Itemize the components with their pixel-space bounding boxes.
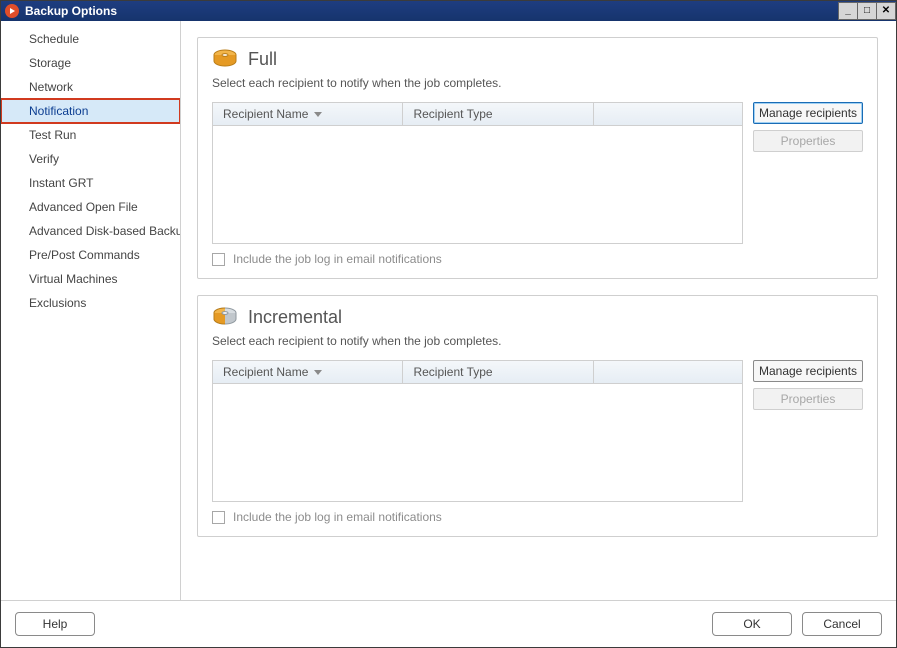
col-label: Recipient Type (413, 365, 492, 379)
sidebar-item-label: Advanced Open File (29, 200, 138, 214)
manage-recipients-button-full[interactable]: Manage recipients (753, 102, 863, 124)
content-area: Full Select each recipient to notify whe… (181, 21, 896, 600)
sidebar-item-label: Network (29, 80, 73, 94)
recipient-table-body-full (213, 126, 742, 243)
recipient-table-full[interactable]: Recipient Name Recipient Type (212, 102, 743, 244)
window-title: Backup Options (25, 4, 117, 18)
properties-button-full: Properties (753, 130, 863, 152)
sort-desc-icon (314, 112, 322, 117)
properties-button-inc: Properties (753, 388, 863, 410)
panel-full-title: Full (248, 49, 277, 70)
sidebar-item-notification[interactable]: Notification (1, 99, 180, 123)
sidebar-item-label: Notification (29, 104, 88, 118)
sort-desc-icon (314, 370, 322, 375)
close-button[interactable]: ✕ (876, 2, 896, 20)
include-log-label-full: Include the job log in email notificatio… (233, 252, 442, 266)
ok-button[interactable]: OK (712, 612, 792, 636)
panel-incremental: Incremental Select each recipient to not… (197, 295, 878, 537)
disc-full-icon (212, 48, 238, 70)
panel-full-header: Full (212, 48, 863, 70)
panel-incremental-desc: Select each recipient to notify when the… (212, 334, 863, 348)
sidebar-item-storage[interactable]: Storage (1, 51, 180, 75)
sidebar-item-label: Exclusions (29, 296, 86, 310)
col-recipient-name-full[interactable]: Recipient Name (213, 103, 403, 125)
sidebar-item-label: Test Run (29, 128, 76, 142)
app-icon (5, 4, 19, 18)
sidebar-item-label: Pre/Post Commands (29, 248, 140, 262)
col-label: Recipient Type (413, 107, 492, 121)
disc-incremental-icon (212, 306, 238, 328)
include-log-label-inc: Include the job log in email notificatio… (233, 510, 442, 524)
include-log-checkbox-inc[interactable] (212, 511, 225, 524)
col-empty-inc[interactable] (594, 361, 742, 383)
sidebar-item-label: Verify (29, 152, 59, 166)
sidebar-item-test-run[interactable]: Test Run (1, 123, 180, 147)
minimize-button[interactable]: _ (838, 2, 858, 20)
recipient-table-incremental[interactable]: Recipient Name Recipient Type (212, 360, 743, 502)
sidebar-item-network[interactable]: Network (1, 75, 180, 99)
col-label: Recipient Name (223, 107, 308, 121)
window-body: Schedule Storage Network Notification Test R… (1, 21, 896, 600)
dialog-footer: Help OK Cancel (1, 600, 896, 647)
sidebar-item-advanced-disk-based-backup[interactable]: Advanced Disk-based Backup (1, 219, 180, 243)
sidebar-item-advanced-open-file[interactable]: Advanced Open File (1, 195, 180, 219)
col-recipient-name-inc[interactable]: Recipient Name (213, 361, 403, 383)
sidebar-item-label: Virtual Machines (29, 272, 118, 286)
col-label: Recipient Name (223, 365, 308, 379)
recipient-table-body-inc (213, 384, 742, 501)
sidebar-item-label: Schedule (29, 32, 79, 46)
col-empty-full[interactable] (594, 103, 742, 125)
col-recipient-type-inc[interactable]: Recipient Type (403, 361, 593, 383)
sidebar: Schedule Storage Network Notification Test R… (1, 21, 181, 600)
sidebar-item-label: Storage (29, 56, 71, 70)
manage-recipients-button-inc[interactable]: Manage recipients (753, 360, 863, 382)
minimize-icon: _ (845, 6, 851, 16)
help-button[interactable]: Help (15, 612, 95, 636)
sidebar-item-schedule[interactable]: Schedule (1, 27, 180, 51)
sidebar-item-verify[interactable]: Verify (1, 147, 180, 171)
maximize-button[interactable]: □ (857, 2, 877, 20)
sidebar-item-label: Instant GRT (29, 176, 93, 190)
sidebar-item-label: Advanced Disk-based Backup (29, 224, 181, 238)
sidebar-item-instant-grt[interactable]: Instant GRT (1, 171, 180, 195)
col-recipient-type-full[interactable]: Recipient Type (403, 103, 593, 125)
close-icon: ✕ (882, 6, 890, 16)
cancel-button[interactable]: Cancel (802, 612, 882, 636)
panel-incremental-title: Incremental (248, 307, 342, 328)
sidebar-item-exclusions[interactable]: Exclusions (1, 291, 180, 315)
sidebar-item-virtual-machines[interactable]: Virtual Machines (1, 267, 180, 291)
window-controls: _ □ ✕ (839, 2, 896, 20)
panel-full: Full Select each recipient to notify whe… (197, 37, 878, 279)
maximize-icon: □ (864, 6, 870, 16)
include-log-checkbox-full[interactable] (212, 253, 225, 266)
backup-options-window: Backup Options _ □ ✕ Schedule Storage Netw… (0, 0, 897, 648)
sidebar-item-pre-post-commands[interactable]: Pre/Post Commands (1, 243, 180, 267)
panel-full-desc: Select each recipient to notify when the… (212, 76, 863, 90)
titlebar: Backup Options _ □ ✕ (1, 1, 896, 21)
panel-incremental-header: Incremental (212, 306, 863, 328)
